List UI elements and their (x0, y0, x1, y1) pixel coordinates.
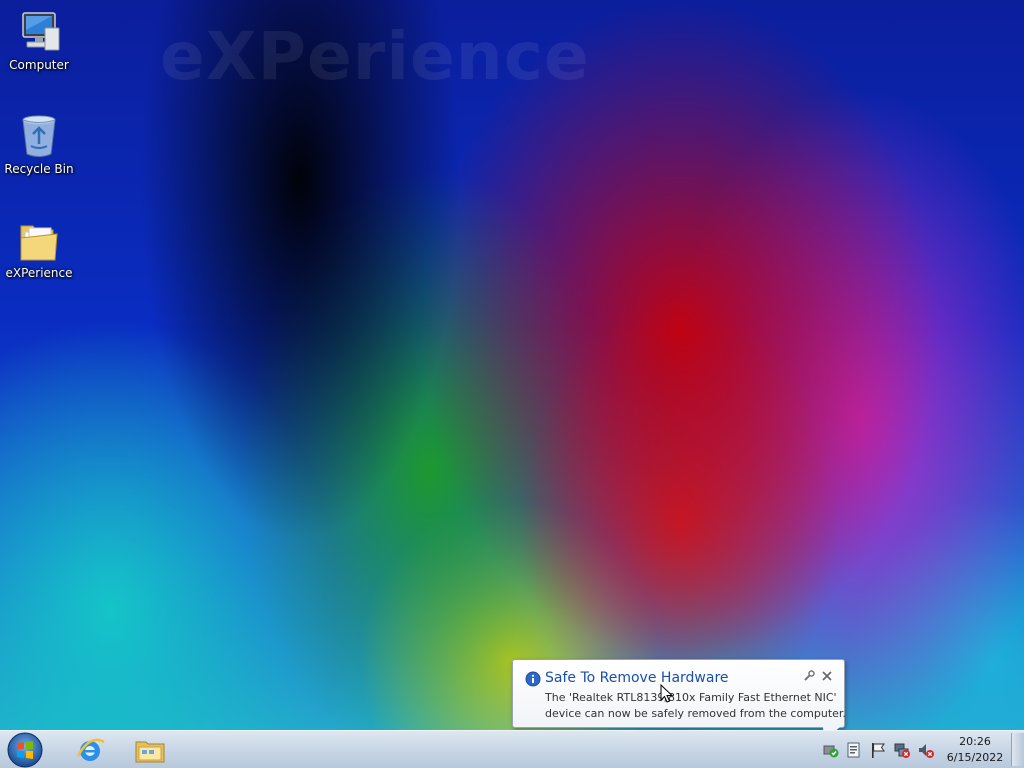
desktop[interactable]: eXPerience Computer Recycle Bin eXPerien… (0, 0, 1024, 730)
folder-icon (20, 225, 58, 261)
computer-icon (22, 12, 60, 51)
notification-balloon[interactable]: Safe To Remove Hardware The 'Realtek RTL… (512, 659, 846, 741)
show-desktop-button[interactable] (1011, 733, 1024, 766)
taskbar-clock[interactable]: 20:26 6/15/2022 (944, 734, 1006, 766)
recycle-bin-icon (22, 115, 56, 157)
document-icon[interactable] (845, 741, 863, 759)
windows-explorer-icon[interactable] (134, 734, 166, 766)
network-disconnected-icon[interactable] (893, 741, 911, 759)
clock-date: 6/15/2022 (946, 751, 1004, 764)
taskbar: 20:26 6/15/2022 (0, 730, 1024, 768)
desktop-icon-label: Computer (9, 58, 69, 72)
desktop-watermark: eXPerience (160, 18, 590, 95)
desktop-icon-computer[interactable]: Computer (1, 8, 77, 72)
balloon-message: The 'Realtek RTL8139/810x Family Fast Et… (545, 690, 846, 722)
balloon-title: Safe To Remove Hardware (545, 670, 729, 686)
action-center-flag-icon[interactable] (869, 741, 887, 759)
wrench-icon[interactable] (802, 669, 816, 683)
desktop-icon-label: eXPerience (5, 266, 73, 280)
close-icon[interactable] (820, 669, 834, 683)
balloon-message-line: The 'Realtek RTL8139/810x Family Fast Et… (545, 691, 837, 704)
safely-remove-hardware-icon[interactable] (822, 741, 840, 759)
internet-explorer-icon[interactable] (74, 734, 106, 766)
volume-muted-icon[interactable] (917, 741, 935, 759)
clock-time: 20:26 (959, 735, 991, 748)
desktop-icon-recycle-bin[interactable]: Recycle Bin (1, 112, 77, 176)
info-icon (525, 671, 541, 687)
balloon-message-line: device can now be safely removed from th… (545, 707, 846, 720)
mouse-cursor-icon (660, 684, 674, 703)
desktop-icon-label: Recycle Bin (4, 162, 74, 176)
start-button[interactable] (7, 732, 43, 768)
desktop-icon-experience-folder[interactable]: eXPerience (1, 216, 77, 280)
